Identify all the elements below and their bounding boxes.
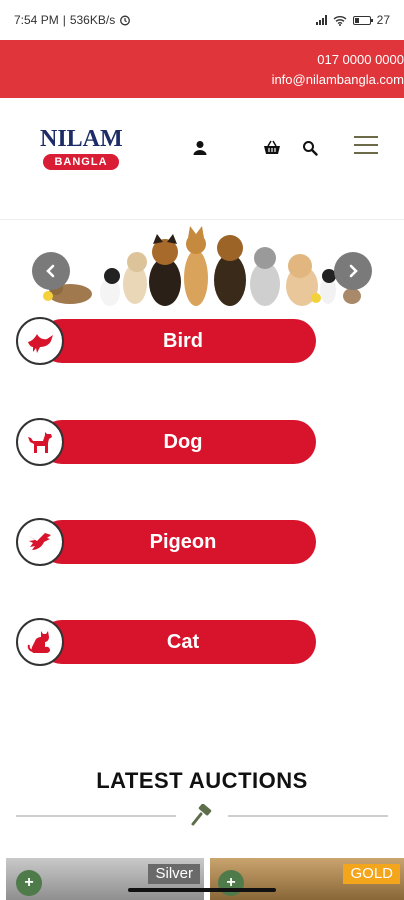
category-button-cat[interactable]: Cat [16,618,316,666]
signal-icon [315,15,327,25]
latest-auctions-title: LATEST AUCTIONS [96,768,308,793]
status-right: 27 [315,13,390,27]
category-button-pigeon[interactable]: Pigeon [16,518,316,566]
status-separator: | [62,13,66,27]
logo-text-bottom: BANGLA [43,154,119,170]
slider-prev-button[interactable] [32,252,70,290]
bird-icon [16,317,64,365]
basket-icon[interactable] [262,138,282,158]
chevron-left-icon [46,264,55,278]
chevron-right-icon [349,264,358,278]
cat-icon [16,618,64,666]
status-bar: 7:54 PM | 536KB/s 27 [0,0,404,40]
menu-icon[interactable] [354,136,378,154]
status-time: 7:54 PM [14,13,59,27]
divider-left [16,815,176,817]
add-icon[interactable]: + [218,870,244,896]
auction-card-silver[interactable]: + Silver [6,858,204,900]
slider-next-button[interactable] [334,252,372,290]
category-button-bird[interactable]: Bird [16,317,316,365]
status-left: 7:54 PM | 536KB/s [14,13,131,27]
add-icon[interactable]: + [16,870,42,896]
auction-cards: + Silver + GOLD [0,858,404,900]
search-icon[interactable] [300,138,320,158]
status-net-speed: 536KB/s [69,13,116,27]
contact-phone[interactable]: 017 0000 0000 [0,50,404,70]
battery-level: 27 [376,13,390,27]
site-header: NILAM BANGLA [0,98,404,220]
alarm-icon [120,15,131,26]
wifi-icon [333,15,347,26]
category-label: Pigeon [40,520,316,564]
battery-icon [352,15,373,25]
card-badge-silver: Silver [148,864,200,884]
home-indicator [128,888,276,892]
contact-bar: 017 0000 0000 info@nilambangla.com [0,40,404,98]
user-icon[interactable] [190,138,210,158]
logo-text-top: NILAM [40,126,123,152]
banner-slider [0,222,404,310]
site-logo[interactable]: NILAM BANGLA [40,126,123,178]
gavel-icon [191,804,212,826]
pigeon-icon [16,518,64,566]
divider-right [228,815,388,817]
contact-email[interactable]: info@nilambangla.com [0,70,404,90]
dog-icon [16,418,64,466]
auction-card-gold[interactable]: + GOLD [210,858,404,900]
category-label: Cat [40,620,316,664]
card-badge-gold: GOLD [343,864,400,884]
category-button-dog[interactable]: Dog [16,418,316,466]
category-label: Bird [40,319,316,363]
category-label: Dog [40,420,316,464]
